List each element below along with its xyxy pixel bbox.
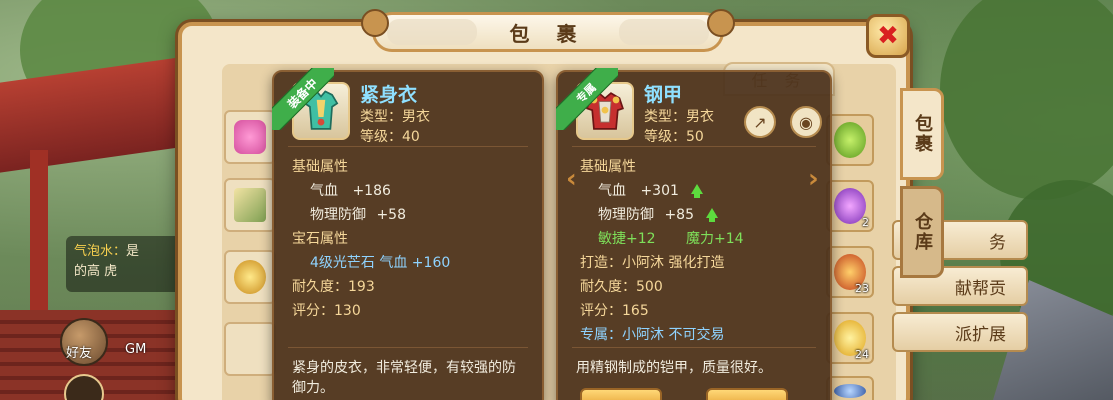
chat-text: 是 (126, 244, 140, 259)
tree-foliage (940, 0, 1113, 200)
tab-bag[interactable]: 包裹 (900, 88, 944, 180)
stat-line: 气血 +301 (598, 180, 704, 200)
knot-decoration (361, 9, 389, 37)
stat-value: +85 (664, 207, 694, 223)
guild-menu-item[interactable]: 派扩展 (892, 312, 1028, 352)
section-heading-base-stats: 基础属性 (292, 159, 348, 175)
chat-text: 虎 (104, 264, 118, 279)
bag-item-slot[interactable] (826, 376, 874, 400)
item-type: 类型：男衣 (360, 109, 430, 125)
action-button[interactable] (580, 388, 662, 400)
equip-slot-belt[interactable] (224, 110, 276, 164)
stat-label: 气血 (310, 183, 338, 199)
bag-item-slot[interactable] (826, 114, 874, 166)
stat-value: +186 (352, 183, 391, 199)
cloud-decoration (387, 19, 477, 45)
stat-label: 物理防御 (310, 207, 366, 223)
divider (288, 146, 528, 147)
section-heading-base-stats: 基础属性 (580, 159, 636, 175)
bag-item-slot[interactable]: 2 (826, 180, 874, 232)
green-bean-icon (834, 122, 866, 158)
bag-item-slot[interactable]: 24 (826, 312, 874, 364)
durability: 耐久度：193 (292, 279, 375, 295)
item-description: 用精钢制成的铠甲，质量很好。 (576, 360, 772, 376)
gm-label: GM (125, 342, 147, 357)
close-button[interactable]: ✖ (866, 14, 910, 58)
exclusive-info: 专属：小阿沐 不可交易 (580, 327, 725, 343)
knot-decoration (707, 9, 735, 37)
stat-line: 物理防御 +85 (598, 204, 719, 224)
stat-up-arrow-icon (691, 184, 704, 198)
friend-label: 好友 (66, 346, 93, 361)
divider (572, 146, 816, 147)
compare-item-tooltip: 专属 钢甲 类型：男衣 等级：50 ↗ ◉ 基础属性 气血 +301 物理防御 … (556, 68, 832, 400)
chat-sender-name: 气泡水： (74, 244, 127, 259)
ring-icon (234, 260, 266, 294)
preview-button[interactable]: ◉ (790, 106, 822, 138)
score: 评分：130 (292, 303, 361, 319)
next-arrow-icon[interactable]: › (808, 164, 819, 194)
item-level: 等级：40 (360, 129, 420, 145)
eye-icon: ◉ (799, 112, 813, 132)
chat-text: 的高 (74, 264, 105, 279)
action-button[interactable] (706, 388, 788, 400)
item-level: 等级：50 (644, 129, 704, 145)
item-count: 2 (862, 216, 869, 229)
item-count: 24 (855, 348, 869, 361)
bonus-stat: 敏捷+12 (598, 231, 656, 247)
previous-arrow-icon[interactable]: ‹ (566, 164, 577, 194)
belt-icon (234, 120, 266, 154)
stat-label: 物理防御 (598, 207, 654, 223)
stat-line: 物理防御 +58 (310, 204, 406, 224)
equip-slot-ring[interactable] (224, 250, 276, 304)
title-banner: 包 裹 (361, 9, 735, 52)
forge-info: 打造：小阿沐 强化打造 (580, 255, 725, 271)
section-heading-gem-stats: 宝石属性 (292, 231, 348, 247)
exclusive-ribbon: 专属 (556, 68, 618, 130)
durability: 耐久度：500 (580, 279, 663, 295)
exclusive-ribbon-label: 专属 (556, 68, 618, 130)
tab-storage[interactable]: 仓库 (900, 186, 944, 278)
cloud-decoration (619, 19, 709, 45)
equip-slot-empty[interactable] (224, 322, 276, 376)
stat-value: +301 (640, 183, 679, 199)
score: 评分：165 (580, 303, 649, 319)
item-name: 紧身衣 (360, 84, 418, 106)
divider (288, 347, 528, 348)
stat-up-arrow-icon (706, 208, 719, 222)
gem-stat-line: 4级光芒石 气血 +160 (310, 255, 451, 271)
item-type: 类型：男衣 (644, 109, 714, 125)
blue-item-icon (834, 384, 866, 398)
equipped-ribbon-label: 装备中 (272, 68, 334, 130)
share-icon: ↗ (753, 112, 767, 132)
window-title: 包 裹 (509, 21, 587, 46)
stat-line: 气血 +186 (310, 180, 391, 200)
sword-icon (234, 188, 266, 222)
bonus-stat: 魔力+14 (686, 231, 744, 247)
stat-label: 气血 (598, 183, 626, 199)
equip-slot-weapon[interactable] (224, 178, 276, 232)
equipped-item-tooltip: 装备中 紧身衣 类型：男衣 等级：40 基础属性 气血 +186 物理防御 +5… (272, 68, 544, 400)
share-button[interactable]: ↗ (744, 106, 776, 138)
divider (572, 347, 816, 348)
close-icon: ✖ (877, 21, 899, 51)
equipped-ribbon: 装备中 (272, 68, 334, 130)
bag-item-slot[interactable]: 23 (826, 246, 874, 298)
item-name: 钢甲 (644, 84, 683, 106)
item-count: 23 (855, 282, 869, 295)
item-description: 紧身的皮衣，非常轻便，有较强的防御力。 (292, 360, 516, 396)
stat-value: +58 (376, 207, 406, 223)
